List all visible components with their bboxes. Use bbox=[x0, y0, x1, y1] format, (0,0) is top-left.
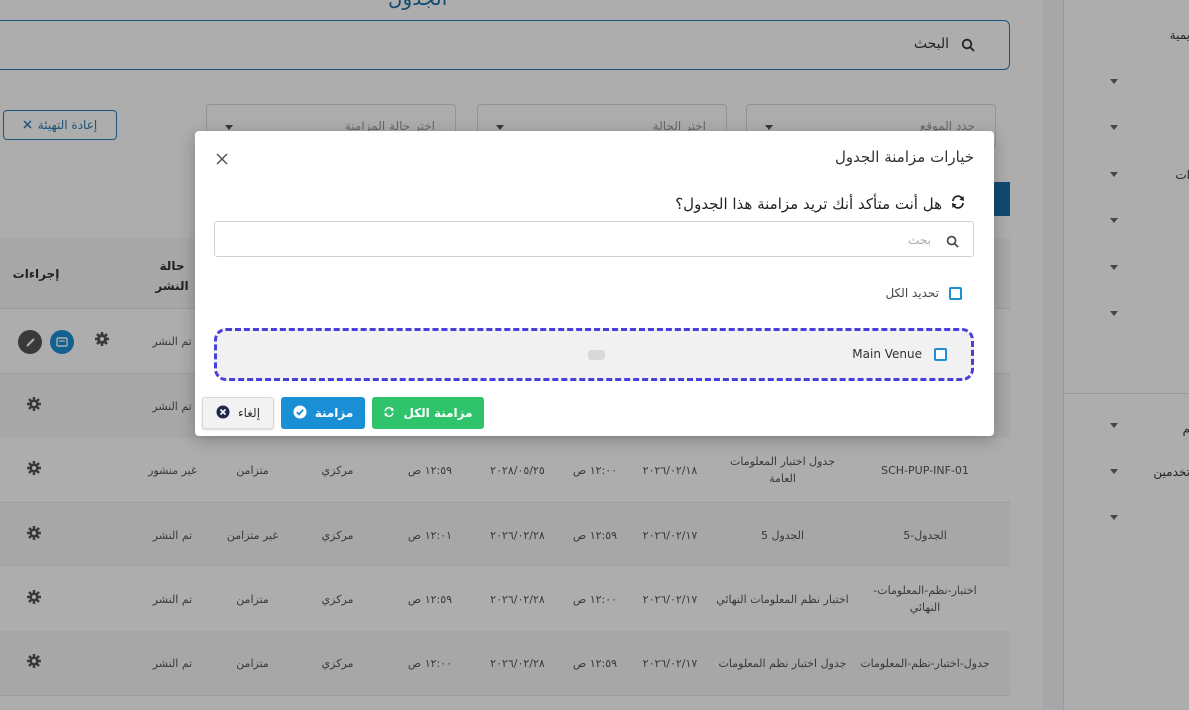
close-icon[interactable] bbox=[215, 151, 229, 165]
check-circle-icon bbox=[293, 405, 307, 422]
close-circle-icon bbox=[216, 405, 230, 422]
sync-icon bbox=[383, 406, 395, 421]
dialog-search-field[interactable] bbox=[214, 221, 974, 258]
sync-button[interactable]: مزامنة bbox=[281, 397, 365, 429]
sync-label: مزامنة bbox=[314, 406, 354, 420]
sync-all-button[interactable]: مزامنة الكل bbox=[372, 397, 484, 429]
venue-option-main[interactable]: Main Venue bbox=[852, 347, 947, 361]
venue-label: Main Venue bbox=[852, 347, 922, 361]
dialog-search-input[interactable] bbox=[249, 222, 933, 258]
sync-all-label: مزامنة الكل bbox=[403, 406, 473, 420]
dialog-title: خيارات مزامنة الجدول bbox=[835, 148, 974, 166]
venue-status-badge bbox=[588, 350, 605, 360]
cancel-label: إلغاء bbox=[237, 406, 261, 420]
select-all-checkbox[interactable] bbox=[949, 286, 962, 300]
select-all-label: تحديد الكل bbox=[885, 286, 939, 300]
confirm-question: هل أنت متأكد أنك تريد مزامنة هذا الجدول؟ bbox=[675, 194, 966, 214]
venue-checkbox[interactable] bbox=[934, 347, 947, 361]
select-all-option[interactable]: تحديد الكل bbox=[885, 286, 962, 300]
cancel-button[interactable]: إلغاء bbox=[202, 397, 274, 429]
confirm-question-text: هل أنت متأكد أنك تريد مزامنة هذا الجدول؟ bbox=[675, 195, 942, 213]
sync-icon bbox=[950, 194, 966, 214]
search-icon bbox=[946, 233, 959, 252]
sync-options-dialog: خيارات مزامنة الجدول هل أنت متأكد أنك تر… bbox=[195, 131, 994, 436]
venue-list: Main Venue bbox=[214, 328, 974, 381]
